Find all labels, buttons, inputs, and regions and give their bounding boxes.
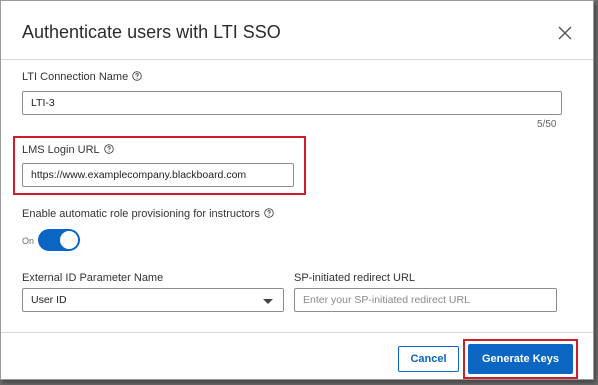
sp-redirect-input[interactable]: Enter your SP-initiated redirect URL	[294, 288, 557, 312]
character-counter: 5/50	[537, 119, 557, 130]
dialog-header: Authenticate users with LTI SSO	[1, 1, 593, 60]
connection-name-label: LTI Connection Name	[22, 71, 142, 83]
external-id-select[interactable]: User ID	[22, 288, 284, 312]
lti-sso-dialog: Authenticate users with LTI SSO LTI Conn…	[0, 0, 594, 380]
close-icon[interactable]	[557, 25, 573, 41]
cancel-button[interactable]: Cancel	[398, 346, 459, 372]
help-circle-icon[interactable]	[264, 208, 274, 218]
sp-redirect-label: SP-initiated redirect URL	[294, 272, 416, 284]
dialog-footer	[1, 332, 593, 333]
help-circle-icon[interactable]	[132, 71, 142, 81]
external-id-label: External ID Parameter Name	[22, 272, 164, 284]
lms-login-url-label: LMS Login URL	[22, 144, 114, 156]
help-circle-icon[interactable]	[103, 144, 114, 154]
dialog-title: Authenticate users with LTI SSO	[22, 22, 281, 42]
lms-login-url-input[interactable]: https://www.examplecompany.blackboard.co…	[22, 163, 294, 187]
caret-down-icon	[263, 299, 273, 304]
role-provisioning-toggle[interactable]	[38, 229, 80, 251]
role-provisioning-label: Enable automatic role provisioning for i…	[22, 208, 274, 220]
toggle-state-label: On	[22, 236, 35, 246]
toggle-knob	[60, 231, 78, 249]
connection-name-input[interactable]: LTI-3	[22, 91, 562, 115]
generate-keys-button[interactable]: Generate Keys	[468, 344, 573, 374]
